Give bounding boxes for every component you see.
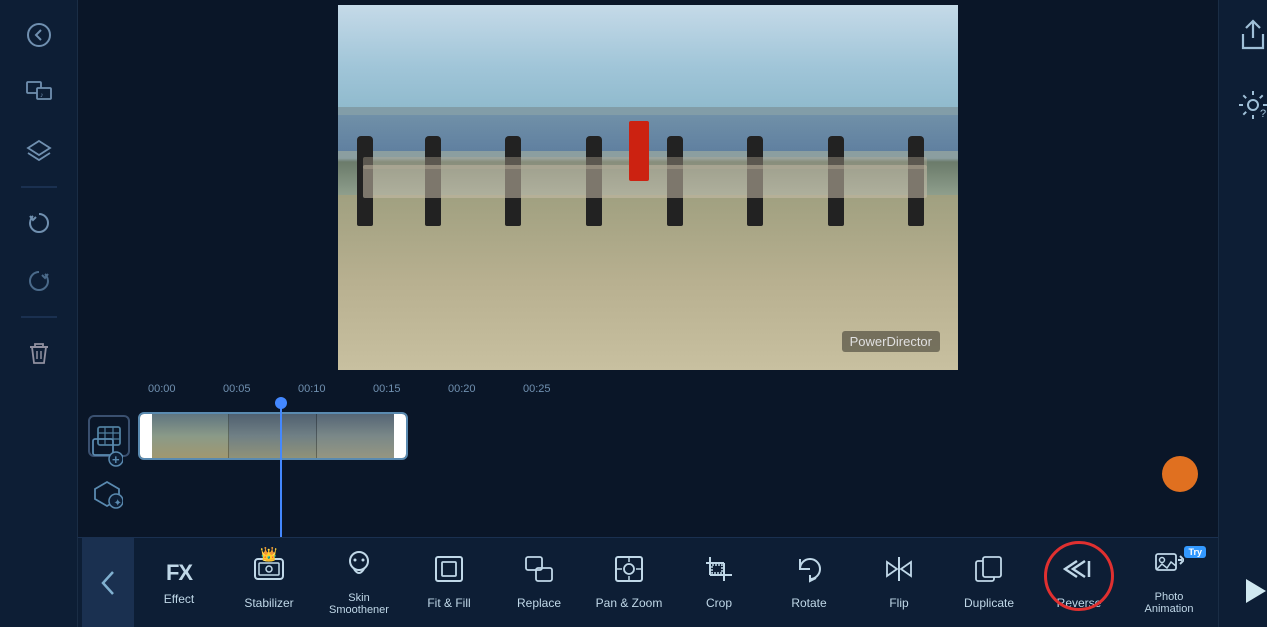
- video-preview: PowerDirector: [78, 0, 1218, 375]
- video-frame: PowerDirector: [338, 5, 958, 370]
- clip-thumb-1: [140, 414, 229, 458]
- toolbar-item-flip[interactable]: Flip: [854, 538, 944, 627]
- video-clip[interactable]: [138, 412, 408, 460]
- timeline-area: 00:00 00:05 00:10 00:15 00:20 00:25: [78, 375, 1218, 537]
- toolbar-item-photo-animation[interactable]: Try Photo Animation: [1124, 538, 1214, 627]
- toolbar-item-skin-smoothener[interactable]: Skin Smoothener: [314, 538, 404, 627]
- toolbar-item-fx[interactable]: FX Effect: [134, 538, 224, 627]
- right-panel: ?: [1218, 0, 1267, 627]
- undo-button[interactable]: [14, 198, 64, 248]
- flip-label: Flip: [889, 596, 908, 610]
- reverse-icon: [1063, 555, 1095, 590]
- clip-handle-right[interactable]: [394, 414, 406, 458]
- skin-smoothener-label: Skin Smoothener: [329, 592, 389, 616]
- flip-icon: [883, 555, 915, 590]
- clip-thumb-3: [317, 414, 406, 458]
- layer-settings-icon[interactable]: ✦: [88, 477, 126, 511]
- left-sidebar: ♪: [0, 0, 78, 627]
- photo-animation-icon: [1154, 550, 1184, 585]
- svg-text:♪: ♪: [40, 92, 44, 99]
- photo-animation-label: Photo Animation: [1145, 591, 1194, 615]
- time-mark-0: 00:00: [148, 383, 223, 395]
- replace-label: Replace: [517, 596, 561, 610]
- clip-thumb-2: [229, 414, 318, 458]
- toolbar-back-button[interactable]: [82, 538, 134, 627]
- media-indicator[interactable]: [1162, 456, 1198, 492]
- sidebar-divider-1: [21, 186, 57, 188]
- pan-zoom-icon: [614, 555, 644, 590]
- delete-button[interactable]: [14, 328, 64, 378]
- media-music-button[interactable]: ♪: [14, 68, 64, 118]
- toolbar-item-duplicate[interactable]: Duplicate: [944, 538, 1034, 627]
- clip-handle-left[interactable]: [140, 414, 152, 458]
- bottom-toolbar: FX Effect 👑 Stabilizer: [78, 537, 1218, 627]
- main-content: PowerDirector 00:00 00:05 00:10 00:15 00…: [78, 0, 1218, 627]
- try-badge: Try: [1184, 546, 1206, 558]
- duplicate-label: Duplicate: [964, 596, 1014, 610]
- crown-badge: 👑: [260, 546, 277, 563]
- time-mark-3: 00:15: [373, 383, 448, 395]
- playhead-head: [275, 397, 287, 409]
- layer-icons: + ✦: [88, 435, 126, 511]
- time-mark-2: 00:10: [298, 383, 373, 395]
- fit-fill-icon: [434, 555, 464, 590]
- fx-label: Effect: [164, 592, 194, 606]
- add-layer-icon[interactable]: +: [88, 435, 126, 469]
- time-ruler: 00:00 00:05 00:10 00:15 00:20 00:25: [88, 375, 1208, 403]
- timeline-track: [88, 403, 1208, 468]
- skin-smoothener-icon: [344, 549, 374, 586]
- svg-text:?: ?: [1260, 108, 1266, 120]
- fit-fill-label: Fit & Fill: [427, 596, 470, 610]
- crop-label: Crop: [706, 596, 732, 610]
- toolbar-item-crop[interactable]: Crop: [674, 538, 764, 627]
- sidebar-divider-2: [21, 316, 57, 318]
- settings-button[interactable]: ?: [1228, 80, 1267, 130]
- fx-icon: FX: [166, 560, 192, 586]
- crop-icon: [704, 555, 734, 590]
- watermark: PowerDirector: [842, 331, 940, 352]
- duplicate-icon: [974, 555, 1004, 590]
- toolbar-item-replace[interactable]: Replace: [494, 538, 584, 627]
- time-mark-4: 00:20: [448, 383, 523, 395]
- stabilizer-label: Stabilizer: [244, 596, 293, 610]
- pan-zoom-label: Pan & Zoom: [596, 596, 663, 610]
- svg-text:+: +: [112, 452, 120, 467]
- toolbar-item-stabilizer[interactable]: 👑 Stabilizer: [224, 538, 314, 627]
- redo-button[interactable]: [14, 256, 64, 306]
- time-mark-5: 00:25: [523, 383, 598, 395]
- toolbar-item-reverse[interactable]: Reverse: [1034, 538, 1124, 627]
- back-button[interactable]: [14, 10, 64, 60]
- reverse-label: Reverse: [1057, 596, 1102, 610]
- rotate-label: Rotate: [791, 596, 826, 610]
- replace-icon: [524, 555, 554, 590]
- share-button[interactable]: [1228, 10, 1267, 60]
- toolbar-item-pan-zoom[interactable]: Pan & Zoom: [584, 538, 674, 627]
- rotate-icon: [794, 555, 824, 590]
- playhead[interactable]: [280, 403, 282, 537]
- toolbar-item-fit-fill[interactable]: Fit & Fill: [404, 538, 494, 627]
- toolbar-item-rotate[interactable]: Rotate: [764, 538, 854, 627]
- svg-text:✦: ✦: [114, 498, 122, 509]
- layers-button[interactable]: [14, 126, 64, 176]
- play-button[interactable]: [1227, 565, 1267, 617]
- time-mark-1: 00:05: [223, 383, 298, 395]
